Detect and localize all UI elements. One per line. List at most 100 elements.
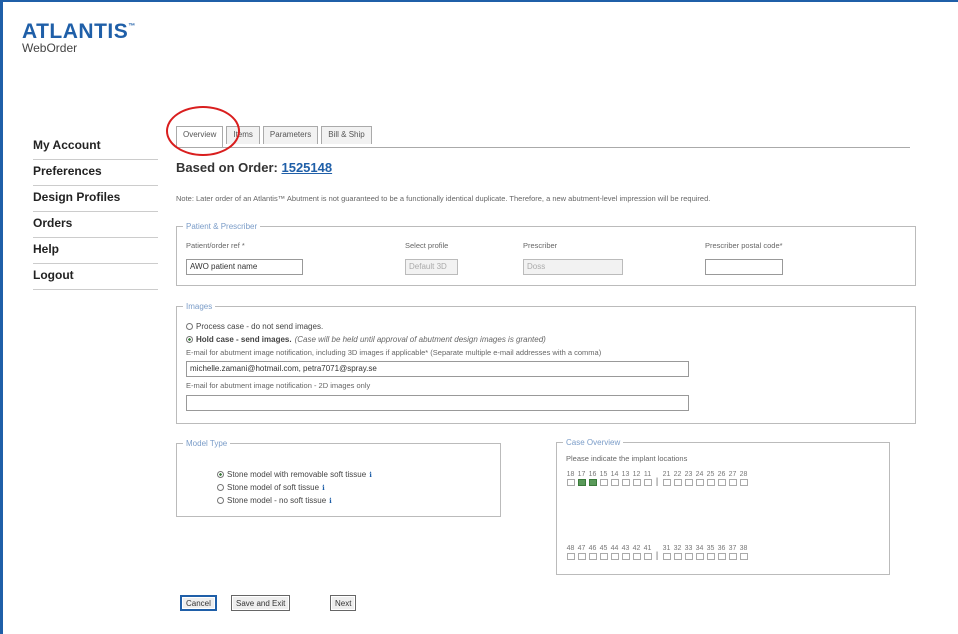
case-overview-legend: Case Overview: [566, 438, 621, 447]
model-option-soft-tissue[interactable]: Stone model of soft tissue ℹ: [217, 483, 325, 492]
tooth-checkbox[interactable]: [684, 553, 693, 560]
tooth-checkbox[interactable]: [621, 479, 630, 486]
tooth-checkbox[interactable]: [739, 553, 748, 560]
nav-help[interactable]: Help: [33, 238, 158, 264]
tooth-checkbox[interactable]: [673, 553, 682, 560]
info-icon[interactable]: ℹ: [329, 497, 332, 505]
order-number-link[interactable]: 1525148: [281, 160, 332, 175]
tooth-checkbox[interactable]: [632, 553, 641, 560]
model-type-fieldset: Model Type Stone model with removable so…: [176, 439, 501, 517]
tooth-28: 28: [738, 471, 749, 486]
tab-bill-ship[interactable]: Bill & Ship: [321, 126, 372, 144]
tooth-checkbox[interactable]: [706, 479, 715, 486]
tooth-checkbox[interactable]: [632, 479, 641, 486]
nav-orders[interactable]: Orders: [33, 212, 158, 238]
prescriber-label: Prescriber: [523, 241, 558, 250]
nav-design-profiles[interactable]: Design Profiles: [33, 186, 158, 212]
tooth-number: 22: [673, 471, 682, 478]
hold-case-radio[interactable]: [186, 336, 193, 343]
email-2d-input[interactable]: [186, 395, 689, 411]
process-case-option[interactable]: Process case - do not send images.: [186, 322, 323, 331]
tooth-checkbox[interactable]: [662, 479, 671, 486]
tooth-checkbox[interactable]: [599, 479, 608, 486]
hold-case-option[interactable]: Hold case - send images. (Case will be h…: [186, 335, 546, 344]
tooth-checkbox[interactable]: [728, 479, 737, 486]
tooth-checkbox[interactable]: [739, 479, 748, 486]
tooth-16: 16: [587, 471, 598, 486]
tab-overview[interactable]: Overview: [176, 126, 224, 148]
tooth-checkbox[interactable]: [684, 479, 693, 486]
patient-ref-input[interactable]: AWO patient name: [186, 259, 303, 275]
email-3d-label: E-mail for abutment image notification, …: [186, 348, 602, 357]
tooth-checkbox[interactable]: [588, 479, 597, 486]
tooth-checkbox[interactable]: [673, 479, 682, 486]
next-button[interactable]: Next: [330, 595, 357, 611]
postal-code-input[interactable]: [705, 259, 783, 275]
tooth-number: 41: [643, 545, 652, 552]
tab-parameters[interactable]: Parameters: [262, 126, 319, 144]
tooth-checkbox[interactable]: [566, 553, 575, 560]
tooth-31: 31: [661, 545, 672, 560]
window-top-border: [0, 0, 958, 2]
tab-items[interactable]: Items: [226, 126, 260, 144]
info-icon[interactable]: ℹ: [369, 471, 372, 479]
tooth-number: 21: [662, 471, 671, 478]
tooth-checkbox[interactable]: [717, 479, 726, 486]
case-overview-fieldset: Case Overview Please indicate the implan…: [556, 438, 890, 575]
nav-my-account[interactable]: My Account: [33, 134, 158, 160]
email-3d-input[interactable]: michelle.zamani@hotmail.com, petra7071@s…: [186, 361, 689, 377]
tooth-checkbox[interactable]: [662, 553, 671, 560]
model-no-soft-tissue-radio[interactable]: [217, 497, 224, 504]
tooth-number: 16: [588, 471, 597, 478]
tooth-48: 48: [565, 545, 576, 560]
process-case-radio[interactable]: [186, 323, 193, 330]
info-icon[interactable]: ℹ: [322, 484, 325, 492]
nav-logout[interactable]: Logout: [33, 264, 158, 290]
tooth-number: 17: [577, 471, 586, 478]
tooth-number: 35: [706, 545, 715, 552]
tooth-checkbox[interactable]: [643, 553, 652, 560]
tooth-number: 37: [728, 545, 737, 552]
select-profile-input[interactable]: Default 3D: [405, 259, 458, 275]
tooth-14: 14: [609, 471, 620, 486]
model-removable-label: Stone model with removable soft tissue: [227, 470, 367, 479]
tooth-checkbox[interactable]: [695, 479, 704, 486]
tooth-checkbox[interactable]: [621, 553, 630, 560]
tooth-34: 34: [694, 545, 705, 560]
tooth-checkbox[interactable]: [610, 553, 619, 560]
tooth-checkbox[interactable]: [728, 553, 737, 560]
tooth-checkbox[interactable]: [577, 553, 586, 560]
tooth-23: 23: [683, 471, 694, 486]
tooth-checkbox[interactable]: [717, 553, 726, 560]
postal-code-label: Prescriber postal code*: [705, 241, 783, 250]
tooth-checkbox[interactable]: [577, 479, 586, 486]
prescriber-input[interactable]: Doss: [523, 259, 623, 275]
midline-separator: |: [655, 550, 659, 560]
tooth-checkbox[interactable]: [588, 553, 597, 560]
tooth-number: 48: [566, 545, 575, 552]
model-removable-radio[interactable]: [217, 471, 224, 478]
nav-preferences[interactable]: Preferences: [33, 160, 158, 186]
patient-prescriber-fieldset: Patient & Prescriber Patient/order ref *…: [176, 222, 916, 286]
tooth-checkbox[interactable]: [599, 553, 608, 560]
images-fieldset: Images Process case - do not send images…: [176, 302, 916, 424]
tooth-checkbox[interactable]: [643, 479, 652, 486]
cancel-button[interactable]: Cancel: [180, 595, 217, 611]
save-and-exit-button[interactable]: Save and Exit: [231, 595, 291, 611]
tooth-24: 24: [694, 471, 705, 486]
tooth-number: 47: [577, 545, 586, 552]
tooth-17: 17: [576, 471, 587, 486]
model-soft-tissue-radio[interactable]: [217, 484, 224, 491]
tooth-number: 31: [662, 545, 671, 552]
tabs-underline: [176, 147, 910, 148]
model-option-no-soft-tissue[interactable]: Stone model - no soft tissue ℹ: [217, 496, 332, 505]
tooth-checkbox[interactable]: [706, 553, 715, 560]
tooth-checkbox[interactable]: [695, 553, 704, 560]
tooth-checkbox[interactable]: [610, 479, 619, 486]
images-legend: Images: [186, 302, 213, 311]
model-option-removable[interactable]: Stone model with removable soft tissue ℹ: [217, 470, 372, 479]
tooth-22: 22: [672, 471, 683, 486]
midline-separator: |: [655, 476, 659, 486]
tooth-checkbox[interactable]: [566, 479, 575, 486]
model-soft-tissue-label: Stone model of soft tissue: [227, 483, 320, 492]
